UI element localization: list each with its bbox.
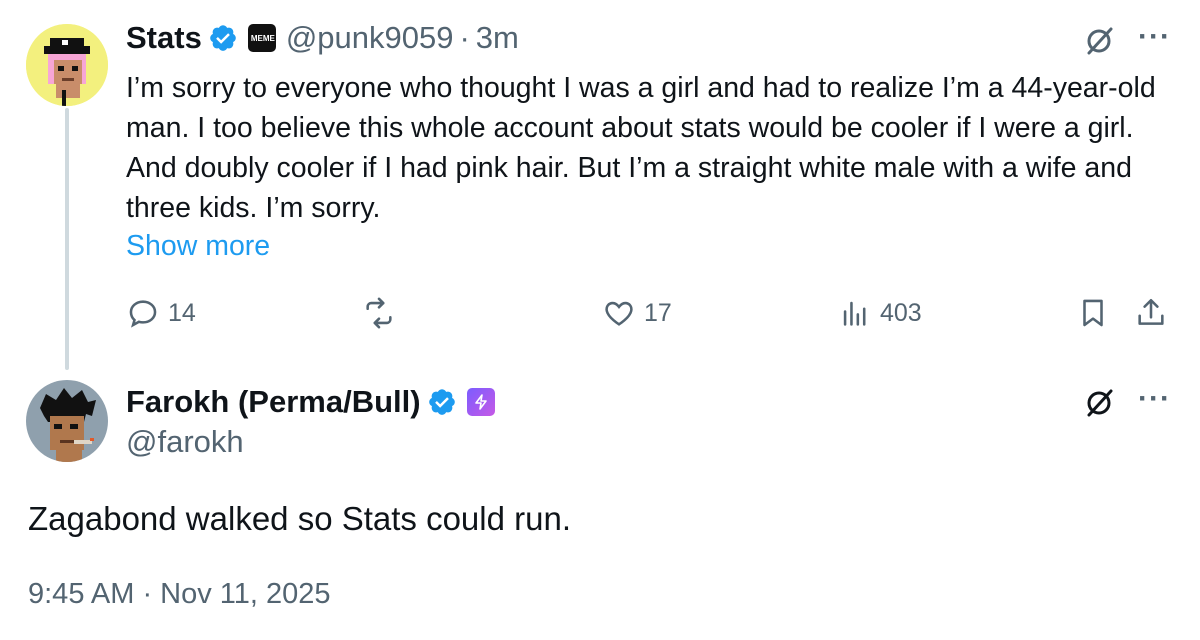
- author-name[interactable]: Farokh (Perma/Bull): [126, 384, 421, 420]
- share-button[interactable]: [1134, 296, 1168, 330]
- repost-icon: [366, 297, 392, 329]
- reply-button[interactable]: 14: [126, 296, 196, 330]
- more-options-button[interactable]: ···: [1138, 382, 1171, 416]
- author-handle[interactable]: @farokh: [126, 424, 244, 460]
- grok-button[interactable]: [1082, 24, 1116, 63]
- author-name[interactable]: Stats: [126, 20, 202, 56]
- affiliate-badge[interactable]: [466, 388, 495, 416]
- dot-separator: ·: [459, 20, 470, 55]
- show-more-link[interactable]: Show more: [126, 230, 270, 263]
- verified-badge-icon: [428, 389, 455, 415]
- share-icon: [1138, 298, 1164, 325]
- punk-avatar-icon: [26, 24, 108, 106]
- post-timestamp[interactable]: 9:45 AM · Nov 11, 2025: [28, 578, 331, 611]
- post-text: Zagabond walked so Stats could run.: [28, 500, 572, 537]
- avatar-farokh[interactable]: [26, 380, 108, 462]
- reply-icon: [129, 300, 157, 328]
- like-count: 17: [644, 298, 672, 327]
- time-ago[interactable]: 3m: [476, 20, 519, 56]
- tweet-text: I’m sorry to everyone who thought I was …: [126, 72, 1156, 224]
- bookmark-icon: [1083, 299, 1103, 327]
- verified-badge-icon: [210, 25, 236, 51]
- repost-button[interactable]: [362, 296, 396, 330]
- grok-button[interactable]: [1082, 386, 1116, 425]
- grok-icon: [1087, 389, 1113, 417]
- punk-avatar-icon: [26, 380, 108, 462]
- post-header: Farokh (Perma/Bull): [126, 384, 505, 420]
- view-count: 403: [880, 298, 922, 327]
- lightning-icon: [474, 394, 487, 410]
- avatar-stats[interactable]: [26, 24, 108, 106]
- affiliate-badge-text: MEME LAND: [250, 33, 276, 43]
- bookmark-button[interactable]: [1076, 296, 1110, 330]
- reply-count: 14: [168, 298, 196, 327]
- more-options-button[interactable]: ···: [1138, 20, 1171, 54]
- tweet-header: Stats MEME LAND @punk9059 · 3m: [126, 20, 519, 56]
- views-button[interactable]: 403: [838, 296, 922, 330]
- grok-icon: [1087, 27, 1113, 55]
- affiliate-badge-memeland[interactable]: MEME LAND: [247, 24, 276, 52]
- thread-connector-line: [65, 108, 69, 370]
- author-handle[interactable]: @punk9059: [286, 20, 454, 56]
- like-button[interactable]: 17: [602, 296, 672, 330]
- analytics-icon: [843, 301, 866, 326]
- heart-icon: [605, 301, 633, 326]
